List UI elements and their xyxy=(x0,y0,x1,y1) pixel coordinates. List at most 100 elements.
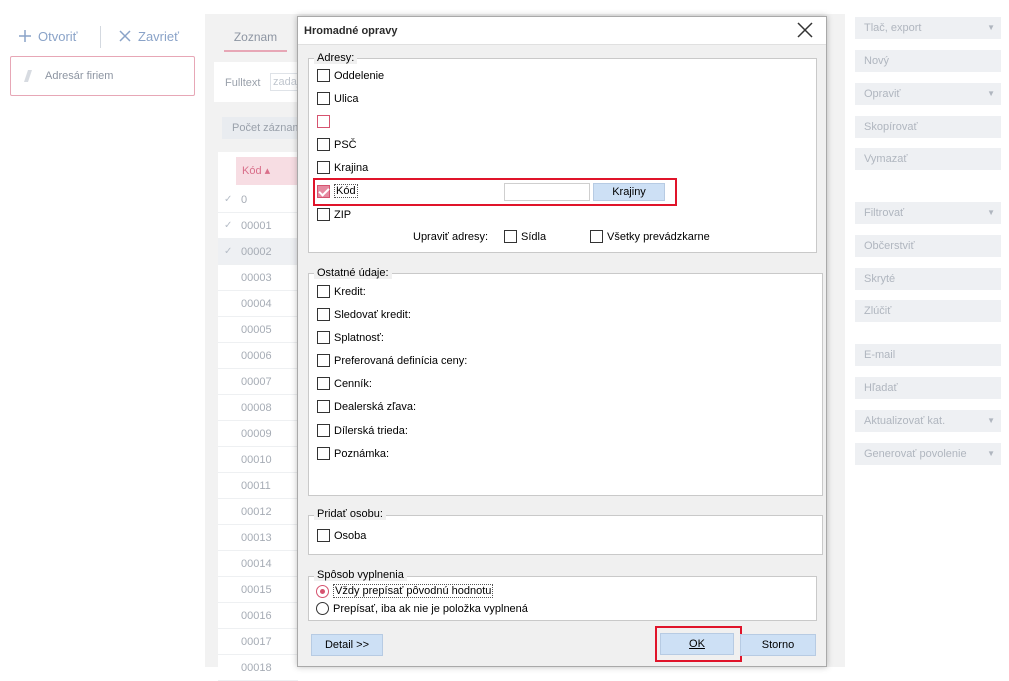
checkbox-all-branches[interactable]: Všetky prevádzkarne xyxy=(590,230,710,243)
checkbox[interactable] xyxy=(317,529,330,542)
table-row[interactable]: 00008 xyxy=(218,395,298,421)
ok-button[interactable]: OK xyxy=(660,633,734,655)
table-row[interactable]: 00010 xyxy=(218,447,298,473)
radio-button[interactable] xyxy=(316,602,329,615)
dialog-title: Hromadné opravy xyxy=(304,25,398,37)
radio-always-overwrite[interactable]: Vždy prepísať pôvodnú hodnotu xyxy=(316,584,494,598)
action-button[interactable]: Opraviť ▼ xyxy=(855,83,1001,105)
checkbox[interactable] xyxy=(317,138,330,151)
close-icon[interactable] xyxy=(796,21,814,39)
checkbox[interactable] xyxy=(590,230,603,243)
checkbox[interactable] xyxy=(317,424,330,437)
checkbox[interactable] xyxy=(317,208,330,221)
checkbox-note[interactable]: Poznámka: xyxy=(317,447,389,460)
checkbox-dealer-discount[interactable]: Dealerská zľava: xyxy=(317,400,416,413)
action-button[interactable]: Tlač, export ▼ xyxy=(855,17,1001,39)
action-button[interactable]: Aktualizovať kat. ▼ xyxy=(855,410,1001,432)
action-button[interactable]: Filtrovať ▼ xyxy=(855,202,1001,224)
checkbox[interactable] xyxy=(317,331,330,344)
action-button[interactable]: Občerstviť xyxy=(855,235,1001,257)
table-row[interactable]: ✓ 00001 xyxy=(218,213,298,239)
radio-overwrite-if-empty[interactable]: Prepísať, iba ak nie je položka vyplnená xyxy=(316,602,528,615)
table-row[interactable]: ✓ 00002 xyxy=(218,239,298,265)
checkbox[interactable] xyxy=(317,69,330,82)
action-button-label: Filtrovať xyxy=(864,207,905,219)
table-row[interactable]: 00011 xyxy=(218,473,298,499)
fulltext-label: Fulltext xyxy=(225,77,261,89)
cancel-button[interactable]: Storno xyxy=(740,634,816,656)
radio-button-selected[interactable] xyxy=(316,584,329,598)
checkbox-department[interactable]: Oddelenie xyxy=(317,69,384,82)
checkbox[interactable] xyxy=(317,161,330,174)
record-count-button[interactable]: Počet záznamov xyxy=(222,117,302,139)
table-row[interactable]: ✓ 0 xyxy=(218,187,298,213)
checkbox[interactable] xyxy=(317,92,330,105)
checkbox-headquarters[interactable]: Sídla xyxy=(504,230,546,243)
dropdown-arrow-icon[interactable]: ▼ xyxy=(987,17,995,39)
detail-button[interactable]: Detail >> xyxy=(311,634,383,656)
dropdown-arrow-icon[interactable]: ▼ xyxy=(987,202,995,224)
table-row[interactable]: 00003 xyxy=(218,265,298,291)
checkbox[interactable] xyxy=(317,354,330,367)
checkbox-blank[interactable] xyxy=(317,115,334,128)
checkbox-person[interactable]: Osoba xyxy=(317,529,366,542)
action-button[interactable]: E-mail xyxy=(855,344,1001,366)
table-row[interactable]: 00005 xyxy=(218,317,298,343)
action-button[interactable]: Skopírovať xyxy=(855,116,1001,138)
action-button[interactable]: Zlúčiť xyxy=(855,300,1001,322)
checkbox[interactable] xyxy=(317,285,330,298)
checkbox[interactable] xyxy=(317,115,330,128)
table-row[interactable]: 00009 xyxy=(218,421,298,447)
action-button[interactable]: Generovať povolenie ▼ xyxy=(855,443,1001,465)
table-row[interactable]: 00004 xyxy=(218,291,298,317)
action-button-label: Zlúčiť xyxy=(864,305,892,317)
cell-code: 00002 xyxy=(241,246,272,258)
dropdown-arrow-icon[interactable]: ▼ xyxy=(987,410,995,432)
action-button-label: Skopírovať xyxy=(864,121,918,133)
close-button[interactable]: Zavrieť xyxy=(118,26,179,46)
table-row[interactable]: 00006 xyxy=(218,343,298,369)
action-button[interactable]: Vymazať xyxy=(855,148,1001,170)
nav-item-company-directory[interactable]: Adresár firiem xyxy=(10,56,195,96)
toolbar-separator xyxy=(100,26,101,48)
table-row[interactable]: 00018 xyxy=(218,655,298,681)
checkbox-price-list[interactable]: Cenník: xyxy=(317,377,372,390)
action-button[interactable]: Hľadať xyxy=(855,377,1001,399)
checkbox-price-definition[interactable]: Preferovaná definícia ceny: xyxy=(317,354,467,367)
dropdown-arrow-icon[interactable]: ▼ xyxy=(987,83,995,105)
action-button-label: Aktualizovať kat. xyxy=(864,415,946,427)
checkbox[interactable] xyxy=(317,308,330,321)
table-row[interactable]: 00013 xyxy=(218,525,298,551)
checkbox-track-credit[interactable]: Sledovať kredit: xyxy=(317,308,411,321)
table-row[interactable]: 00016 xyxy=(218,603,298,629)
cell-code: 00013 xyxy=(241,532,272,544)
table-row[interactable]: 00017 xyxy=(218,629,298,655)
checkbox-street[interactable]: Ulica xyxy=(317,92,358,105)
checkbox-dealer-class[interactable]: Dílerská trieda: xyxy=(317,424,408,437)
action-button-label: Občerstviť xyxy=(864,240,915,252)
check-icon: ✓ xyxy=(224,194,233,205)
table-row[interactable]: 00012 xyxy=(218,499,298,525)
checkbox-zip[interactable]: ZIP xyxy=(317,208,351,221)
checkbox[interactable] xyxy=(504,230,517,243)
checkbox[interactable] xyxy=(317,400,330,413)
table-row[interactable]: 00015 xyxy=(218,577,298,603)
add-person-label: Pridať osobu: xyxy=(314,508,386,520)
checkbox-country[interactable]: Krajina xyxy=(317,161,368,174)
plus-icon xyxy=(19,30,31,42)
action-button[interactable]: Nový xyxy=(855,50,1001,72)
open-button[interactable]: Otvoriť xyxy=(18,26,78,46)
action-button[interactable]: Skryté xyxy=(855,268,1001,290)
checkbox-due-date[interactable]: Splatnosť: xyxy=(317,331,384,344)
checkbox[interactable] xyxy=(317,377,330,390)
table-row[interactable]: 00007 xyxy=(218,369,298,395)
tab-list[interactable]: Zoznam xyxy=(224,26,287,52)
dropdown-arrow-icon[interactable]: ▼ xyxy=(987,443,995,465)
cell-code: 00015 xyxy=(241,584,272,596)
checkbox-postal-code[interactable]: PSČ xyxy=(317,138,357,151)
checkbox[interactable] xyxy=(317,447,330,460)
column-header-code[interactable]: Kód ▴ xyxy=(236,157,298,185)
table-row[interactable]: 00014 xyxy=(218,551,298,577)
fulltext-input[interactable]: zadaj xyxy=(270,73,300,91)
checkbox-credit[interactable]: Kredit: xyxy=(317,285,366,298)
